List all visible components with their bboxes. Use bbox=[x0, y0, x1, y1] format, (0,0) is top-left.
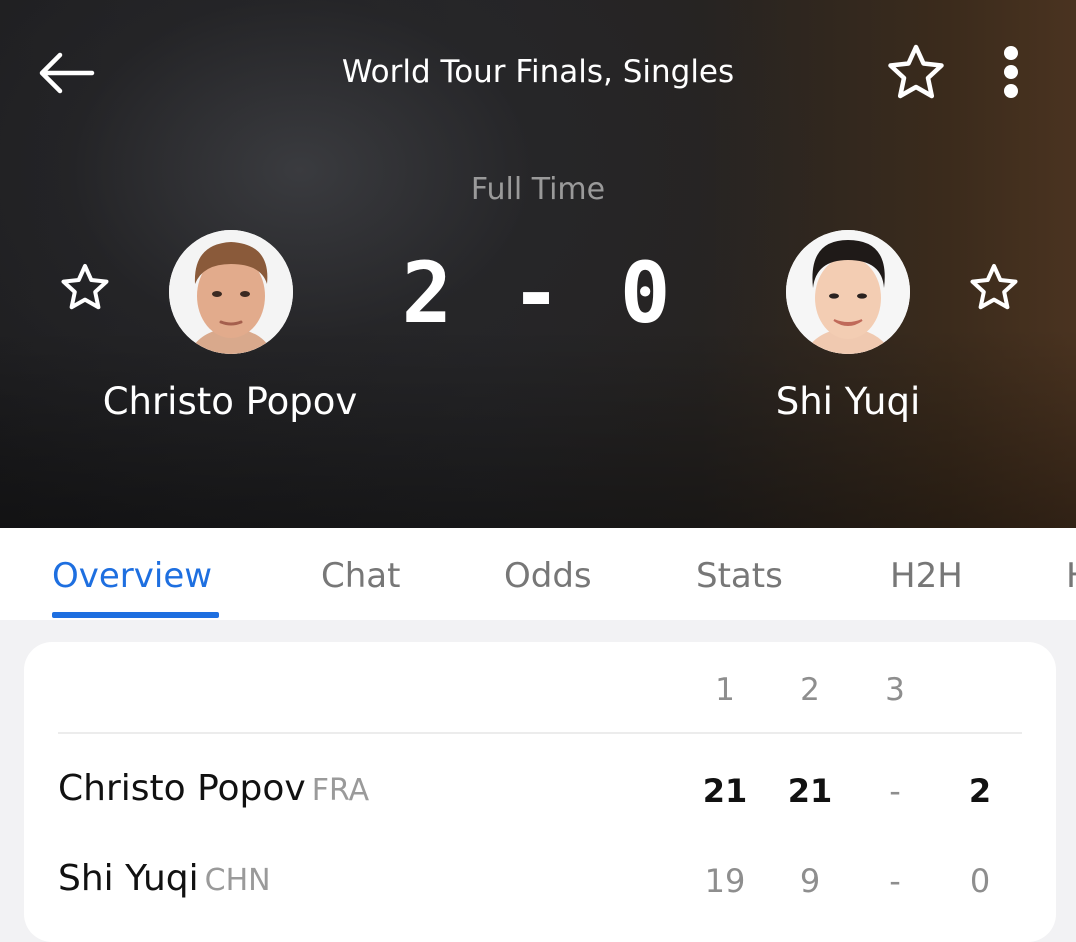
row-player-name: Christo Popov bbox=[58, 768, 306, 809]
match-status: Full Time bbox=[470, 172, 606, 207]
match-header: World Tour Finals, Singles Full Time 2 -… bbox=[0, 0, 1076, 528]
row-country: FRA bbox=[311, 773, 370, 808]
scoreboard-row-home[interactable]: Christo Popov FRA bbox=[58, 768, 369, 809]
home-player-avatar[interactable] bbox=[169, 230, 293, 354]
home-player-name[interactable]: Christo Popov bbox=[60, 380, 400, 423]
set-score: - bbox=[889, 862, 901, 900]
more-options-button[interactable] bbox=[990, 40, 1034, 104]
set-header: 3 bbox=[885, 672, 905, 708]
tab-chat[interactable]: Chat bbox=[321, 556, 400, 596]
star-icon bbox=[888, 44, 944, 99]
tab-overview[interactable]: Overview bbox=[52, 556, 212, 596]
scoreboard-row-away[interactable]: Shi Yuqi CHN bbox=[58, 858, 271, 899]
tab-partial[interactable]: H bbox=[1066, 556, 1076, 596]
set-header: 1 bbox=[715, 672, 735, 708]
row-country: CHN bbox=[204, 863, 271, 898]
set-score: 19 bbox=[704, 862, 746, 900]
match-tabs: Overview Chat Odds Stats H2H H bbox=[0, 528, 1076, 620]
away-player-name[interactable]: Shi Yuqi bbox=[678, 380, 1018, 423]
tab-stats[interactable]: Stats bbox=[696, 556, 783, 596]
match-score: 2 - 0 bbox=[401, 244, 675, 342]
set-score: 21 bbox=[787, 772, 833, 810]
tab-h2h[interactable]: H2H bbox=[890, 556, 963, 596]
player-portrait-icon bbox=[169, 230, 293, 354]
set-header: 2 bbox=[800, 672, 820, 708]
total-score: 0 bbox=[969, 862, 991, 900]
favorite-home-player-button[interactable] bbox=[58, 262, 112, 316]
tab-odds[interactable]: Odds bbox=[504, 556, 592, 596]
more-dot-icon bbox=[1004, 46, 1018, 60]
row-player-name: Shi Yuqi bbox=[58, 858, 199, 899]
away-player-avatar[interactable] bbox=[786, 230, 910, 354]
total-score: 2 bbox=[968, 772, 992, 810]
favorite-match-button[interactable] bbox=[884, 42, 948, 102]
set-score: 21 bbox=[702, 772, 748, 810]
header-shade bbox=[0, 328, 1076, 528]
star-icon bbox=[61, 264, 109, 310]
set-score: - bbox=[889, 772, 901, 810]
more-dot-icon bbox=[1004, 84, 1018, 98]
favorite-away-player-button[interactable] bbox=[967, 262, 1021, 316]
scoreboard-card: 1 2 3 Christo Popov FRA 21 21 - 2 Shi Yuq… bbox=[24, 642, 1056, 942]
scoreboard-divider bbox=[58, 732, 1022, 734]
active-tab-indicator bbox=[52, 612, 219, 618]
more-dot-icon bbox=[1004, 65, 1018, 79]
star-icon bbox=[970, 264, 1018, 310]
player-portrait-icon bbox=[786, 230, 910, 354]
set-score: 9 bbox=[799, 862, 821, 900]
